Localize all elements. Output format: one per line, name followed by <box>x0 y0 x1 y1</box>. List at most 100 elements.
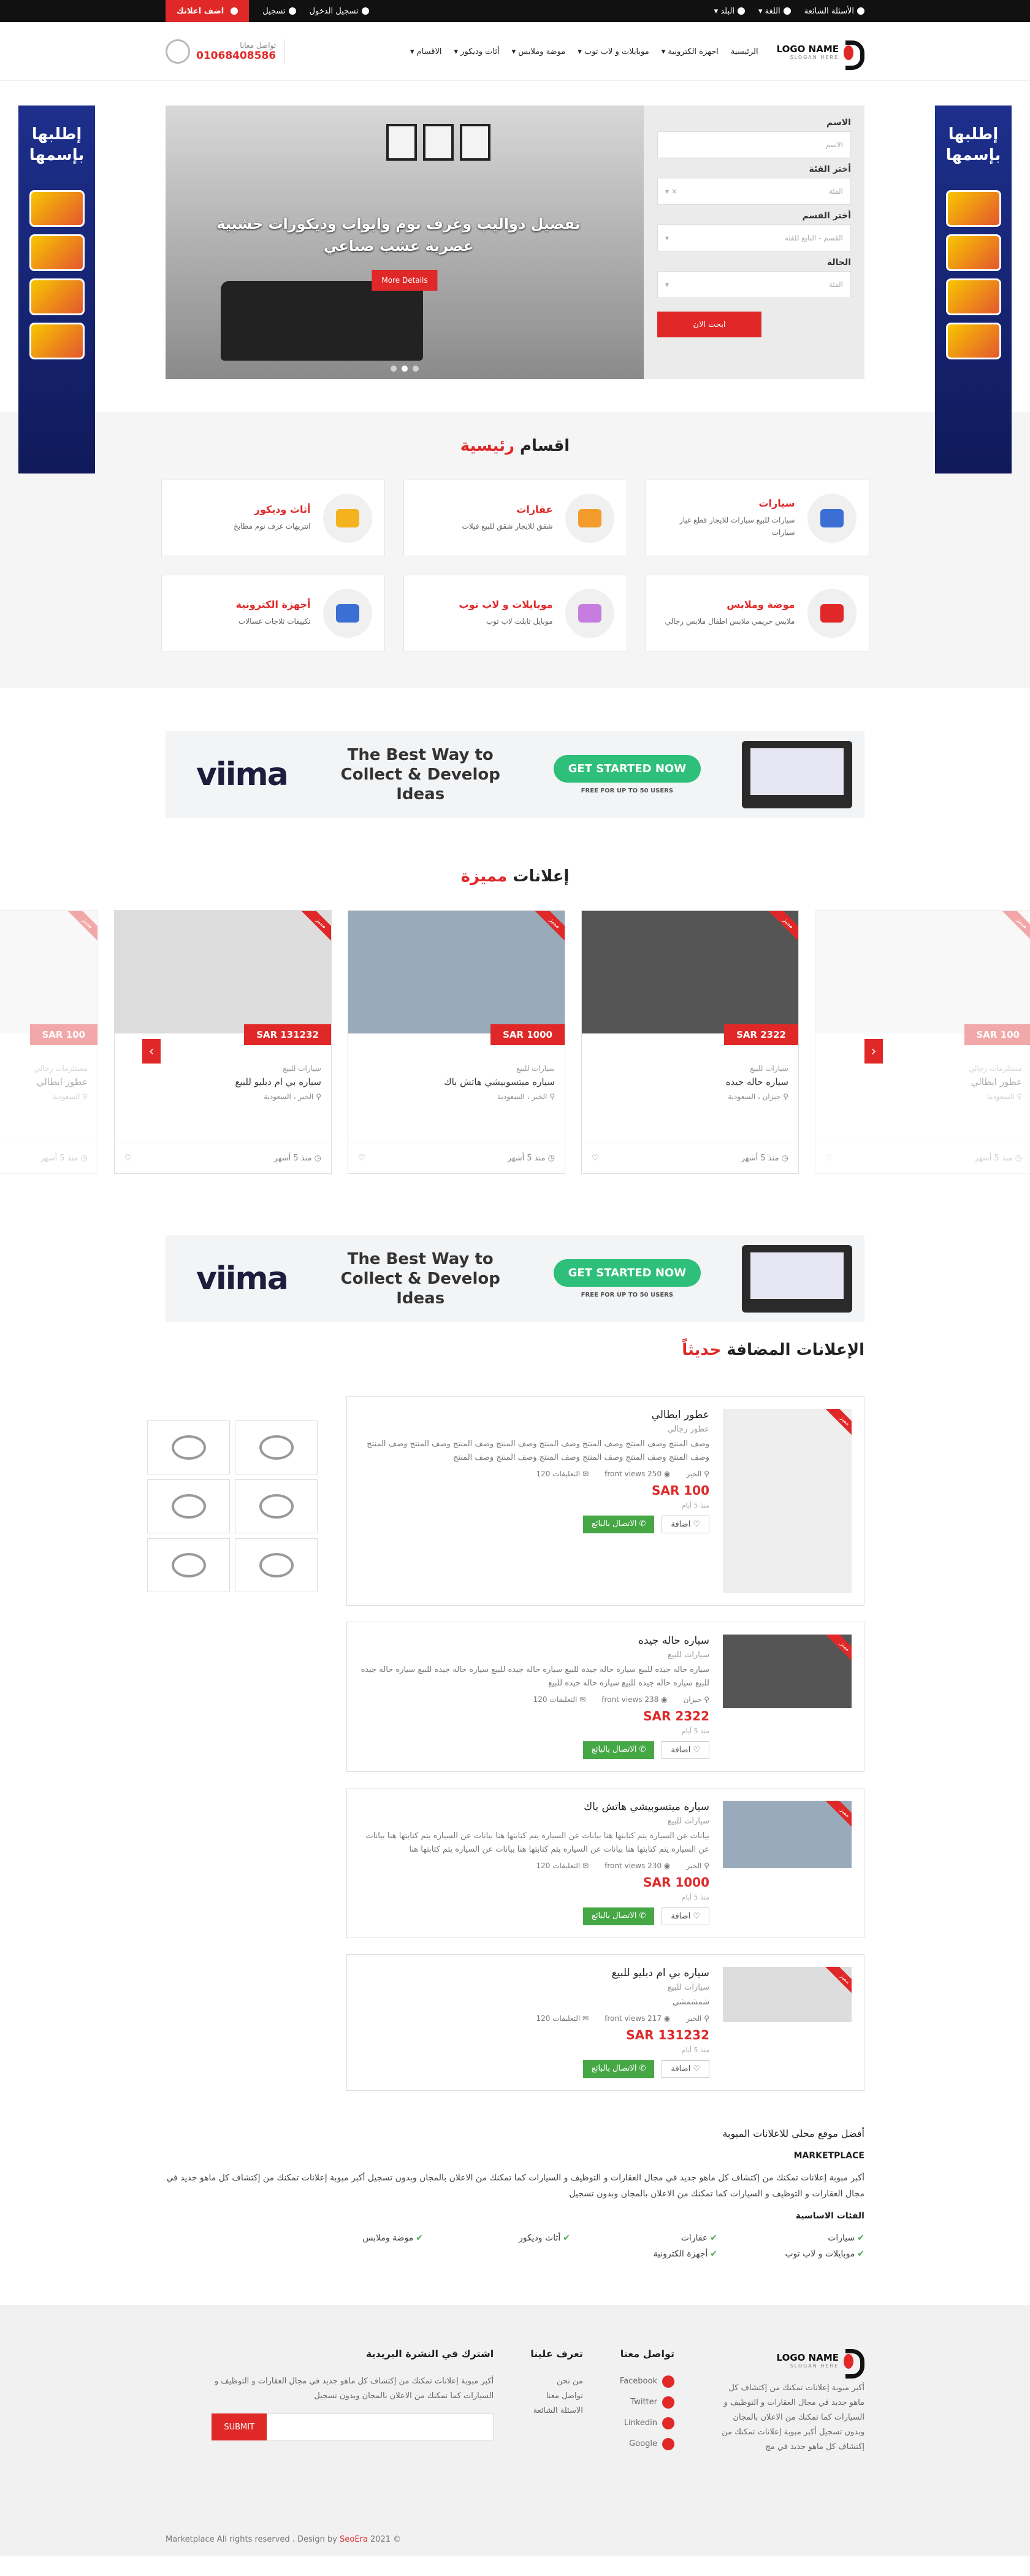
footer-link[interactable]: تواصل معنا <box>530 2389 583 2404</box>
social-link[interactable]: Linkedin <box>620 2416 674 2431</box>
about-category-link[interactable]: أثاث وديكور <box>423 2230 570 2246</box>
login-link[interactable]: تسجيل الدخول <box>310 7 369 16</box>
hero-slider[interactable]: تفصيل دواليب وغرف نوم وابواب وديكورات خش… <box>166 105 644 379</box>
listing-title[interactable]: سياره بي ام دبليو للبيع <box>124 1076 321 1087</box>
add-favorite-button[interactable]: ♡ اضافة <box>662 1907 709 1925</box>
contact-seller-button[interactable]: ✆ الاتصال بالبائع <box>582 2060 655 2078</box>
add-favorite-button[interactable]: ♡ اضافة <box>662 1516 709 1533</box>
name-input[interactable]: الاسم <box>657 131 851 158</box>
ad-banner-1[interactable]: viima The Best Way to Collect & Develop … <box>166 731 864 818</box>
listing-title[interactable]: سياره بي ام دبليو للبيع <box>359 1967 709 1979</box>
search-form: الاسم الاسم أختر الفئة الفئة × ▾ أختر الق… <box>644 105 864 379</box>
listing-image: مميز <box>723 1801 852 1868</box>
faq-link[interactable]: الأسئلة الشائعة <box>804 7 864 16</box>
price-tag: SAR 100 <box>964 1024 1030 1045</box>
featured-ribbon: مميز <box>297 911 331 947</box>
nav-sections[interactable]: الاقسام ▾ <box>410 47 442 56</box>
contact-seller-button[interactable]: ✆ الاتصال بالبائع <box>582 1516 655 1533</box>
listing-title[interactable]: عطور ايطالي <box>825 1076 1022 1087</box>
listing-title[interactable]: سياره ميتسوبيشي هاتش باك <box>358 1076 555 1087</box>
featured-card[interactable]: مميز SAR 2322 سيارات للبيع سياره حاله جيد… <box>581 910 799 1174</box>
social-link[interactable]: Facebook <box>620 2374 674 2389</box>
listing-image: مميز <box>582 911 798 1033</box>
phone-number[interactable]: 01068408586 <box>196 50 276 62</box>
section-select[interactable]: القسم - التابع للفئة ▾ <box>657 224 851 251</box>
heart-icon[interactable]: ♡ <box>825 1154 833 1163</box>
google-icon <box>662 2438 674 2450</box>
nissan-logo-icon[interactable] <box>147 1420 230 1474</box>
newsletter-email-input[interactable] <box>267 2413 494 2440</box>
featured-card[interactable]: مميز SAR 100 مستلزمات رجالي عطور ايطالي ⚲… <box>815 910 1030 1174</box>
heart-icon[interactable]: ♡ <box>358 1154 365 1163</box>
featured-card[interactable]: مميز SAR 100 مستلزمات رجالي عطور ايطالي ⚲… <box>0 910 98 1174</box>
about-category-link[interactable]: أجهزة الكترونية <box>570 2246 717 2262</box>
recent-listing[interactable]: مميز سياره ميتسوبيشي هاتش باك سيارات للب… <box>346 1788 864 1938</box>
status-select[interactable]: الفئة ▾ <box>657 271 851 298</box>
add-favorite-button[interactable]: ♡ اضافة <box>662 1741 709 1759</box>
bmw-logo-icon[interactable] <box>147 1479 230 1533</box>
nav-home[interactable]: الرئيسية <box>731 47 758 56</box>
cadillac-logo-icon[interactable] <box>235 1479 318 1533</box>
category-select[interactable]: الفئة × ▾ <box>657 178 851 205</box>
carousel-prev-icon[interactable]: › <box>142 1039 161 1064</box>
category-card[interactable]: أجهزة الكترونية تكييفات ثلاجات غسالات <box>161 575 385 651</box>
recent-listing[interactable]: مميز سياره حاله جيده سيارات للبيع سياره … <box>346 1622 864 1772</box>
about-category-link[interactable]: عقارات <box>570 2230 717 2246</box>
nav-furniture[interactable]: أثاث وديكور ▾ <box>454 47 500 56</box>
volvo-logo-icon[interactable] <box>147 1538 230 1592</box>
get-started-button-2[interactable]: GET STARTED NOW <box>553 1259 701 1287</box>
side-banner-left[interactable]: إطلبها بإسمها <box>18 105 95 473</box>
recent-listing[interactable]: مميز سياره بي ام دبليو للبيع سيارات للبي… <box>346 1954 864 2091</box>
clear-icon[interactable]: × ▾ <box>665 187 677 196</box>
category-card[interactable]: موبايلات و لاب توب موبايل تابلت لاب توب <box>403 575 627 651</box>
ad-banner-2[interactable]: viima The Best Way to Collect & Develop … <box>166 1235 864 1322</box>
listing-title[interactable]: عطور ايطالي <box>359 1409 709 1421</box>
get-started-button[interactable]: GET STARTED NOW <box>553 755 701 783</box>
side-banner-right[interactable]: إطلبها بإسمها <box>935 105 1012 473</box>
language-dropdown[interactable]: اللغة ▾ <box>758 7 791 16</box>
category-card[interactable]: عقارات شقق للايجار شقق للبيع فيلات <box>403 480 627 556</box>
listing-title[interactable]: سياره حاله جيده <box>592 1076 788 1087</box>
country-dropdown[interactable]: البلد ▾ <box>714 7 745 16</box>
dodge-logo-icon[interactable] <box>235 1538 318 1592</box>
heart-icon[interactable]: ♡ <box>124 1154 132 1163</box>
headphones-icon <box>166 39 190 64</box>
site-logo[interactable]: LOGO NAME SLOGAN HERE <box>777 39 864 70</box>
footer-link[interactable]: الاسئلة الشائعة <box>530 2404 583 2418</box>
nav-mobiles[interactable]: موبايلات و لاب توب ▾ <box>578 47 649 56</box>
nav-fashion[interactable]: موضة وملابس ▾ <box>512 47 566 56</box>
nav-electronics[interactable]: اجهزة الكترونية ▾ <box>662 47 719 56</box>
heart-icon[interactable]: ♡ <box>592 1154 599 1163</box>
add-favorite-button[interactable]: ♡ اضافة <box>662 2060 709 2078</box>
register-link[interactable]: تسجيل <box>262 7 296 16</box>
listing-title[interactable]: عطور ايطالي <box>0 1076 88 1087</box>
social-link[interactable]: Twitter <box>620 2395 674 2410</box>
slider-dots[interactable] <box>391 366 419 372</box>
category-card[interactable]: موضة وملابس ملابس حريمي ملابس اطفال ملابس… <box>645 575 869 651</box>
designer-link[interactable]: SeoEra <box>340 2535 368 2544</box>
recent-listing[interactable]: مميز عطور ايطالي عطور رجالي وصف المنتج و… <box>346 1396 864 1606</box>
footer-logo[interactable]: LOGO NAME SLOGAN HERE <box>711 2348 864 2379</box>
volkswagen-logo-icon[interactable] <box>235 1420 318 1474</box>
newsletter-submit-button[interactable]: SUBMIT <box>212 2413 267 2440</box>
map-pin-icon: ⚲ <box>704 1470 709 1478</box>
contact-seller-button[interactable]: ✆ الاتصال بالبائع <box>582 1907 655 1925</box>
carousel-next-icon[interactable]: ‹ <box>864 1039 883 1064</box>
category-card[interactable]: أثاث وديكور انتريهات غرف نوم مطابخ <box>161 480 385 556</box>
listing-image: مميز <box>723 1409 852 1593</box>
search-button[interactable]: ابحث الان <box>657 312 761 337</box>
add-ad-button[interactable]: اضف اعلانك <box>166 0 250 22</box>
about-category-link[interactable]: موبايلات و لاب توب <box>717 2246 864 2262</box>
featured-card[interactable]: مميز SAR 1000 سيارات للبيع سياره ميتسوبيش… <box>348 910 565 1174</box>
about-category-link[interactable]: سيارات <box>717 2230 864 2246</box>
about-category-link[interactable]: موضة وملابس <box>276 2230 423 2246</box>
about-section: أفضل موقع محلي للاعلانات المبوبة MARKETP… <box>166 2120 864 2305</box>
listing-title[interactable]: سياره حاله جيده <box>359 1635 709 1647</box>
category-card[interactable]: سيارات سيارات للبيع سيارات للايجار قطع غي… <box>645 480 869 556</box>
contact-seller-button[interactable]: ✆ الاتصال بالبائع <box>582 1741 655 1759</box>
listing-title[interactable]: سياره ميتسوبيشي هاتش باك <box>359 1801 709 1813</box>
more-details-button[interactable]: More Details <box>372 270 438 291</box>
footer-link[interactable]: من نحن <box>530 2374 583 2389</box>
listing-image: مميز <box>723 1635 852 1708</box>
social-link[interactable]: Google <box>620 2437 674 2451</box>
